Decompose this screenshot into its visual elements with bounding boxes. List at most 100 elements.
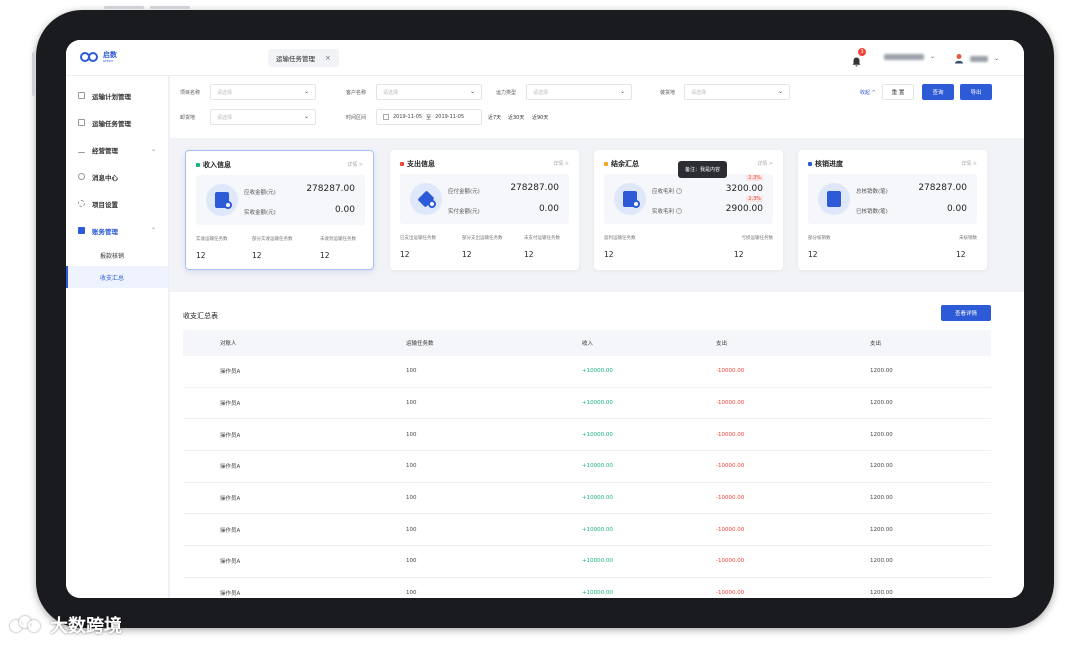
bell-icon[interactable]: 3 <box>852 48 866 67</box>
card-detail-link[interactable]: 详情 > <box>757 160 773 167</box>
table-cell: +10000.00 <box>582 526 613 533</box>
chevron-down-icon: ⌄ <box>303 88 309 95</box>
sidebar-item-transport-task[interactable]: 运输任务管理 <box>66 109 168 136</box>
quick-range-30-days[interactable]: 近30天 <box>508 114 524 121</box>
expense-card[interactable]: 支出信息 详情 > 应付金额(元) 278287.00 实付金额(元) 0.00… <box>390 150 579 270</box>
table-row[interactable]: 操作员A 100 +10000.00 -10000.00 1200.00 <box>183 356 991 388</box>
view-detail-label: 查看详情 <box>954 311 977 317</box>
project-select[interactable]: 请选择 ⌄ <box>210 84 316 100</box>
transport-type-filter-label: 运力类型 <box>496 90 517 96</box>
table-row[interactable]: 操作员A 100 +10000.00 -10000.00 1200.00 <box>183 388 991 420</box>
payable-value: 278287.00 <box>510 183 559 193</box>
org-switcher[interactable]: ⌄ <box>884 53 935 60</box>
receivable-value: 278287.00 <box>306 184 355 194</box>
table-cell: 100 <box>406 558 417 565</box>
table-cell: +10000.00 <box>582 368 613 375</box>
avatar <box>955 54 963 64</box>
sidebar-subitem-summary[interactable]: 收支汇总 <box>66 266 168 288</box>
stat-value: 12 <box>400 250 410 259</box>
income-card[interactable]: 收入信息 详情 > 应收金额(元) 278287.00 实收金额(元) 0.00… <box>185 150 374 270</box>
close-icon[interactable]: × <box>325 54 331 62</box>
card-detail-link[interactable]: 详情 > <box>961 160 977 167</box>
card-detail-link[interactable]: 详情 > <box>553 160 569 167</box>
sidebar-item-transport-plan[interactable]: 运输计划管理 <box>66 82 168 109</box>
reset-button[interactable]: 重 置 <box>882 84 914 100</box>
table-row[interactable]: 操作员A 100 +10000.00 -10000.00 1200.00 <box>183 419 991 452</box>
table-cell: +10000.00 <box>582 590 613 597</box>
written-off-value: 0.00 <box>946 204 967 214</box>
column-header: 支出 <box>716 341 728 347</box>
table-row[interactable]: 操作员A 100 +10000.00 -10000.00 1200.00 <box>183 451 991 483</box>
total-write-off-label: 总核销数(笔) <box>856 189 888 195</box>
card-title-text: 核销进度 <box>815 160 843 168</box>
card-title: 结余汇总 <box>604 159 639 169</box>
write-off-progress-card[interactable]: 核销进度 详情 > 总核销数(笔) 278287.00 已核销数(笔) 0.00… <box>798 150 987 270</box>
collapse-filters-link[interactable]: 收起 ^ <box>860 89 876 96</box>
customer-select[interactable]: 请选择 ⌄ <box>376 84 482 100</box>
user-menu[interactable]: ⌄ <box>954 53 999 64</box>
card-detail-link[interactable]: 详情 > <box>347 161 363 168</box>
table-cell: 100 <box>406 368 417 375</box>
tab-transport-task[interactable]: 运输任务管理 × <box>268 49 339 67</box>
task-icon <box>78 119 85 126</box>
screen: 启数 KEEPIT 运输任务管理 × 3 ⌄ ⌄ 运输计划管理 运输任务管理 经… <box>66 40 1024 598</box>
table-header: 对账人 运输任务数 收入 支出 支出 <box>183 330 991 356</box>
layers-icon <box>410 183 442 215</box>
label-text: 实收毛利 <box>652 209 675 215</box>
bar-chart-icon <box>78 146 85 153</box>
export-button[interactable]: 导出 <box>960 84 992 100</box>
table-cell: +10000.00 <box>582 431 613 438</box>
question-icon[interactable]: ? <box>676 208 683 214</box>
status-dot <box>604 162 608 166</box>
date-range-picker[interactable]: 2019-11-05 至 2019-11-05 <box>376 109 482 125</box>
logo-text: 启数 <box>103 50 117 59</box>
search-button[interactable]: 查询 <box>922 84 954 100</box>
table-row[interactable]: 操作员A 100 +10000.00 -10000.00 1200.00 <box>183 578 991 598</box>
load-place-filter-label: 装货地 <box>660 90 676 96</box>
table-cell: 100 <box>406 431 417 438</box>
card-title: 收入信息 <box>196 160 231 170</box>
sidebar-item-operations[interactable]: 经营管理 ⌄ <box>66 136 168 163</box>
quick-range-90-days[interactable]: 近90天 <box>532 114 548 121</box>
stat-label: 盈利运输任务数 <box>604 236 636 241</box>
table-row[interactable]: 操作员A 100 +10000.00 -10000.00 1200.00 <box>183 514 991 547</box>
stat-value: 12 <box>734 250 744 259</box>
unload-place-select[interactable]: 请选择 ⌄ <box>210 109 316 125</box>
project-filter-label: 项目名称 <box>180 90 201 96</box>
gear-icon <box>78 200 85 207</box>
stat-label: 部分核销数 <box>808 236 831 241</box>
chevron-down-icon: ⌄ <box>994 55 1000 62</box>
paid-value: 0.00 <box>538 204 559 214</box>
sidebar-item-accounting[interactable]: 账务管理 ⌃ <box>66 217 168 244</box>
card-title-text: 支出信息 <box>407 160 435 168</box>
table-cell: 操作员A <box>220 591 241 598</box>
received-margin-label: 实收毛利? <box>652 207 683 215</box>
table-cell: -10000.00 <box>716 590 745 597</box>
sidebar-item-messages[interactable]: 消息中心 <box>66 163 168 190</box>
percent-badge: 2.3% <box>746 196 763 202</box>
load-place-select[interactable]: 请选择 ⌄ <box>684 84 790 100</box>
written-off-label: 已核销数(笔) <box>856 209 888 215</box>
view-detail-button[interactable]: 查看详情 <box>941 305 991 321</box>
column-header: 对账人 <box>220 341 237 347</box>
date-start: 2019-11-05 <box>393 114 423 120</box>
stat-label: 未收到运输任务数 <box>320 237 356 242</box>
device-top-button <box>104 6 144 9</box>
sidebar-subitem-write-off[interactable]: 报款核销 <box>66 244 168 266</box>
sidebar-item-label: 运输计划管理 <box>92 92 131 101</box>
card-title: 核销进度 <box>808 159 843 169</box>
stat-value: 12 <box>956 250 966 259</box>
receivable-margin-value: 3200.00 <box>725 184 763 194</box>
table-row[interactable]: 操作员A 100 +10000.00 -10000.00 1200.00 <box>183 483 991 515</box>
chevron-down-icon: ⌄ <box>777 88 783 95</box>
percent-badge: 2.3% <box>746 175 763 181</box>
app-logo[interactable]: 启数 KEEPIT <box>80 50 117 64</box>
status-dot <box>808 162 812 166</box>
sidebar-subitem-label: 收支汇总 <box>100 274 125 282</box>
table-row[interactable]: 操作员A 100 +10000.00 -10000.00 1200.00 <box>183 546 991 578</box>
transport-type-select[interactable]: 请选择 ⌄ <box>526 84 632 100</box>
sidebar-item-project-settings[interactable]: 项目设置 <box>66 190 168 217</box>
quick-range-7-days[interactable]: 近7天 <box>488 114 501 121</box>
question-icon[interactable]: ? <box>676 188 683 194</box>
stat-value: 12 <box>196 251 206 260</box>
